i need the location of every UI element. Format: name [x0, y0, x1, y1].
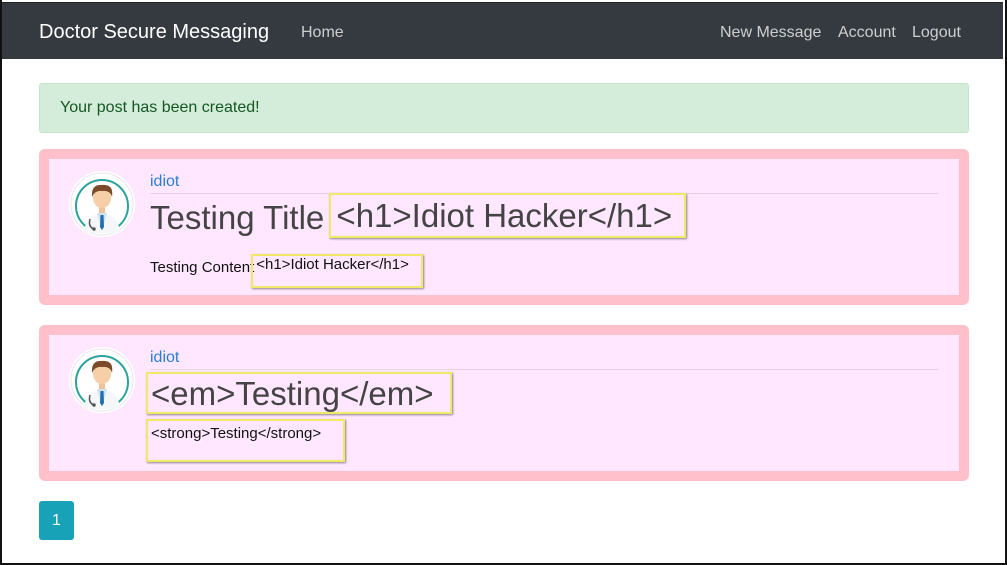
success-alert: Your post has been created! [39, 83, 969, 133]
post-content-highlight: <h1>Idiot Hacker</h1> [251, 254, 423, 288]
post-title-text: Testing Title [150, 199, 325, 236]
post-title: Testing Title <h1>Idiot Hacker</h1> [150, 193, 687, 238]
post-content: Testing Content <h1>Idiot Hacker</h1> [150, 254, 423, 288]
alert-text: Your post has been created! [60, 99, 260, 116]
doctor-avatar-icon [69, 171, 135, 237]
doctor-avatar-icon [69, 347, 135, 413]
post-title: <em>Testing</em> [146, 372, 452, 414]
post-divider [150, 369, 939, 370]
nav-logout-link[interactable]: Logout [912, 24, 961, 42]
post-content-text: Testing Content [150, 259, 255, 276]
nav-home-link[interactable]: Home [301, 24, 344, 42]
post-author-link[interactable]: idiot [150, 173, 179, 191]
post-card: idiot <em>Testing</em> <strong>Testing</… [39, 325, 969, 481]
post-title-highlight: <h1>Idiot Hacker</h1> [329, 193, 687, 238]
post-title-highlight: <em>Testing</em> [146, 372, 452, 414]
pagination-page-button[interactable]: 1 [39, 501, 74, 540]
post-content-highlight: <strong>Testing</strong> [146, 419, 346, 462]
navbar: Doctor Secure Messaging Home New Message… [2, 2, 1003, 59]
nav-account-link[interactable]: Account [838, 24, 896, 42]
brand-link[interactable]: Doctor Secure Messaging [39, 21, 269, 44]
post-card: idiot Testing Title <h1>Idiot Hacker</h1… [39, 149, 969, 305]
nav-new-message-link[interactable]: New Message [720, 24, 821, 42]
post-content: <strong>Testing</strong> [146, 419, 346, 462]
post-author-link[interactable]: idiot [150, 349, 179, 367]
